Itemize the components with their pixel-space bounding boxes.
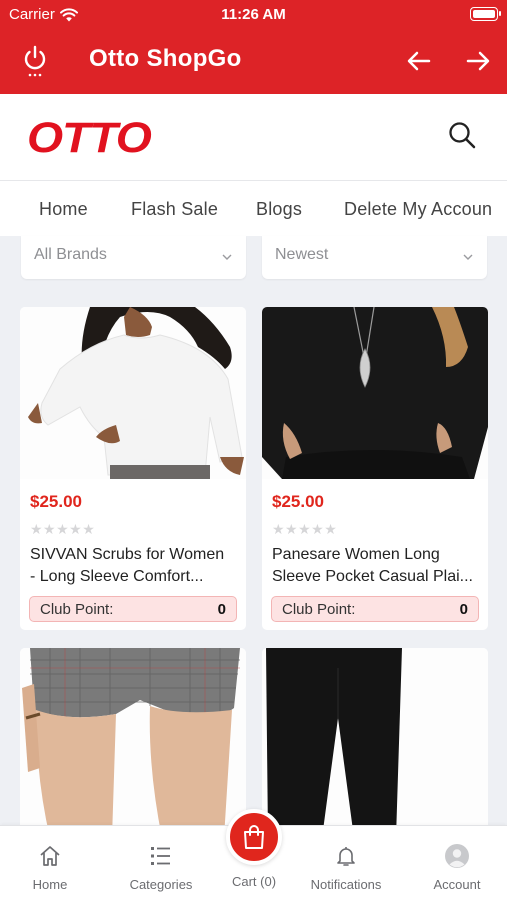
home-icon (40, 846, 60, 866)
battery-icon (470, 7, 501, 21)
club-point-label: Club Point: (282, 601, 356, 618)
star-rating: ★★★★★ (272, 521, 338, 537)
nav-account[interactable]: Account (407, 844, 507, 892)
sort-filter-value: Newest (275, 246, 329, 263)
categories-icon (151, 847, 170, 865)
nav-categories[interactable]: Categories (111, 844, 211, 892)
search-icon[interactable] (447, 120, 477, 150)
product-name-line-1: SIVVAN Scrubs for Women (30, 546, 225, 563)
club-point-value: 0 (217, 601, 226, 618)
logo-bar: OTTO (0, 94, 507, 180)
product-name-line-2: Sleeve Pocket Casual Plai... (272, 568, 473, 585)
product-name[interactable]: Panesare Women Long Sleeve Pocket Casual… (272, 544, 480, 588)
tab-home[interactable]: Home (39, 199, 88, 220)
product-name-line-2: - Long Sleeve Comfort... (30, 568, 204, 585)
app-bar: Otto ShopGo (0, 28, 507, 94)
product-card[interactable] (262, 648, 488, 838)
power-icon[interactable] (20, 44, 50, 78)
tab-flash-sale[interactable]: Flash Sale (131, 199, 218, 220)
brand-filter-value: All Brands (34, 246, 107, 263)
app-title: Otto ShopGo (89, 45, 242, 72)
product-card[interactable] (20, 648, 246, 838)
product-card[interactable]: $25.00 ★★★★★ SIVVAN Scrubs for Women - L… (20, 307, 246, 630)
product-image[interactable] (20, 307, 246, 479)
product-name[interactable]: SIVVAN Scrubs for Women - Long Sleeve Co… (30, 544, 238, 588)
arrow-right-icon[interactable] (463, 46, 493, 76)
status-bar: Carrier 11:26 AM (0, 0, 507, 28)
shopping-bag-icon (244, 825, 264, 849)
chevron-down-icon (222, 254, 232, 260)
club-point-badge: Club Point: 0 (29, 596, 237, 622)
product-image[interactable] (262, 307, 488, 479)
sort-filter-dropdown[interactable]: Newest (262, 236, 487, 279)
nav-categories-label: Categories (129, 877, 193, 892)
chevron-down-icon (463, 254, 473, 260)
club-point-value: 0 (459, 601, 468, 618)
club-point-label: Club Point: (40, 601, 114, 618)
nav-cart-label[interactable]: Cart (0) (204, 874, 304, 889)
product-image[interactable] (262, 648, 488, 838)
otto-logo[interactable]: OTTO (27, 114, 152, 163)
nav-home-label: Home (32, 877, 68, 892)
arrow-left-icon[interactable] (404, 46, 434, 76)
tab-delete-my-account[interactable]: Delete My Accoun (344, 199, 492, 220)
nav-account-label: Account (433, 877, 481, 892)
category-tabs: Home Flash Sale Blogs Delete My Accoun (0, 180, 507, 236)
tab-blogs[interactable]: Blogs (256, 199, 302, 220)
product-price: $25.00 (30, 492, 82, 511)
bell-icon (337, 847, 355, 866)
nav-notifications-label: Notifications (310, 877, 382, 892)
nav-home[interactable]: Home (0, 844, 100, 892)
product-card[interactable]: $25.00 ★★★★★ Panesare Women Long Sleeve … (262, 307, 488, 630)
product-image[interactable] (20, 648, 246, 838)
product-name-line-1: Panesare Women Long (272, 546, 440, 563)
avatar-icon (445, 844, 469, 868)
top-bar: Carrier 11:26 AM Otto ShopGo (0, 0, 507, 94)
status-time: 11:26 AM (221, 6, 286, 23)
nav-notifications[interactable]: Notifications (296, 844, 396, 892)
star-rating: ★★★★★ (30, 521, 96, 537)
cart-button[interactable] (226, 809, 282, 865)
product-price: $25.00 (272, 492, 324, 511)
brand-filter-dropdown[interactable]: All Brands (21, 236, 246, 279)
club-point-badge: Club Point: 0 (271, 596, 479, 622)
